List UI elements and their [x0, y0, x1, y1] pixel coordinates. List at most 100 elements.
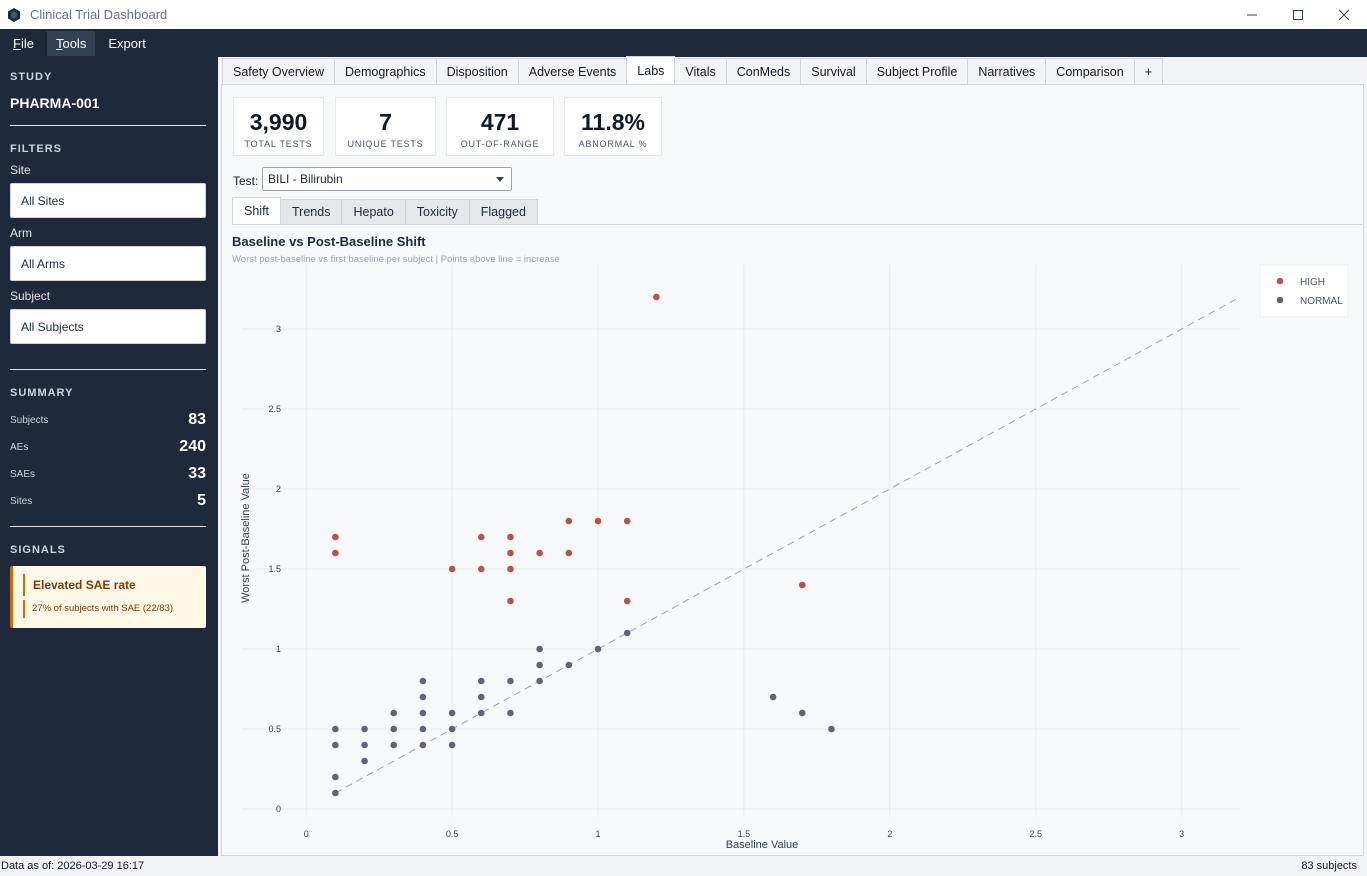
sidebar-divider: [10, 125, 206, 126]
data-point-high: [507, 533, 514, 541]
data-point-normal: [361, 725, 368, 733]
legend-box: [1259, 264, 1349, 318]
summary-value: 5: [197, 492, 206, 509]
data-point-high: [594, 517, 602, 525]
data-point-normal: [332, 789, 339, 797]
data-point-high: [798, 581, 806, 589]
x-tick-label: 0.5: [446, 829, 459, 839]
y-tick-label: 2: [276, 484, 281, 494]
signal-description: 27% of subjects with SAE (22/83): [32, 603, 173, 614]
tab-safety-overview[interactable]: Safety Overview: [222, 58, 336, 84]
close-button[interactable]: [1321, 0, 1367, 29]
legend-marker-normal: [1276, 296, 1284, 304]
labs-content: 3,990 TOTAL TESTS 7 UNIQUE TESTS 471 OUT…: [221, 84, 1364, 856]
x-tick-label: 0: [304, 829, 309, 839]
site-select[interactable]: All Sites: [10, 183, 206, 218]
y-tick-label: 0: [276, 804, 281, 814]
data-point-high: [477, 565, 485, 573]
data-point-normal: [623, 629, 631, 637]
data-point-normal: [448, 709, 456, 717]
x-tick-label: 1: [596, 829, 601, 839]
app-hexagon-icon: [8, 7, 20, 22]
y-tick-label: 1: [276, 644, 281, 654]
menu-export[interactable]: Export: [99, 31, 155, 56]
legend-label-normal: NORMAL: [1300, 296, 1343, 307]
tab-vitals[interactable]: Vitals: [674, 58, 727, 84]
data-point-normal: [536, 645, 543, 653]
minimize-icon: [1247, 14, 1257, 15]
data-point-high: [565, 549, 573, 557]
window-title: Clinical Trial Dashboard: [30, 7, 168, 22]
data-point-normal: [390, 741, 398, 749]
data-point-normal: [507, 709, 514, 717]
maximize-icon: [1293, 9, 1303, 20]
title-bar: Clinical Trial Dashboard: [0, 0, 1367, 29]
tab-survival[interactable]: Survival: [800, 58, 867, 84]
x-tick-label: 3: [1179, 829, 1184, 839]
data-point-high: [536, 549, 543, 557]
data-point-high: [623, 517, 631, 525]
menu-tools[interactable]: Tools: [46, 30, 96, 56]
data-point-normal: [477, 709, 485, 717]
data-point-normal: [565, 661, 573, 669]
y-tick-label: 3: [276, 324, 281, 334]
data-point-normal: [828, 725, 835, 733]
maximize-button[interactable]: [1275, 0, 1321, 29]
minimize-button[interactable]: [1229, 0, 1275, 29]
summary-key: Sites: [10, 495, 33, 507]
data-point-normal: [390, 709, 398, 717]
tab-narratives[interactable]: Narratives: [967, 58, 1047, 84]
status-subject-count: 83 subjects: [1301, 860, 1357, 872]
tab-adverse-events[interactable]: Adverse Events: [517, 58, 628, 84]
tab-demographics[interactable]: Demographics: [334, 58, 437, 84]
study-code: PHARMA-001: [10, 95, 100, 111]
data-point-high: [448, 565, 456, 573]
site-select-value: All Sites: [21, 193, 65, 208]
signals-heading: SIGNALS: [10, 544, 66, 556]
subject-select-value: All Subjects: [21, 319, 84, 334]
data-point-normal: [507, 677, 514, 685]
arm-select-value: All Arms: [21, 256, 66, 271]
menu-bar: File Tools Export: [0, 29, 1367, 57]
plot-background: [242, 265, 1240, 817]
summary-key: Subjects: [10, 414, 49, 426]
signal-card[interactable]: Elevated SAE rate 27% of subjects with S…: [10, 566, 206, 628]
main-tabs: Safety Overview Demographics Disposition…: [222, 56, 1163, 84]
tab-subject-profile[interactable]: Subject Profile: [865, 58, 969, 84]
menu-export-label: Export: [108, 35, 146, 51]
menu-file[interactable]: File: [4, 31, 43, 56]
shift-scatter-plot[interactable]: 0 0.5 1 1.5 2 2.5 3 0 0.5 1 1.5 2 2.5 3 Baseline Value…: [222, 85, 1363, 855]
data-point-normal: [536, 661, 543, 669]
data-point-normal: [477, 677, 485, 685]
sidebar-divider: [10, 526, 206, 527]
close-icon: [1338, 9, 1350, 20]
data-point-normal: [769, 693, 777, 701]
arm-select[interactable]: All Arms: [10, 246, 206, 281]
data-point-high: [507, 549, 514, 557]
x-axis-label: Baseline Value: [726, 839, 799, 851]
tab-disposition[interactable]: Disposition: [435, 58, 519, 84]
summary-row-sites: Sites 5: [10, 492, 206, 510]
add-tab-button[interactable]: +: [1133, 58, 1163, 84]
summary-value: 33: [188, 465, 206, 482]
data-point-high: [653, 293, 660, 301]
tab-conmeds[interactable]: ConMeds: [725, 58, 802, 84]
x-tick-label: 1.5: [738, 829, 751, 839]
data-point-normal: [361, 757, 368, 765]
site-label: Site: [10, 163, 31, 177]
data-point-normal: [419, 741, 427, 749]
tab-labs[interactable]: Labs: [626, 56, 676, 84]
status-data-as-of: Data as of: 2026-03-29 16:17: [1, 860, 145, 872]
subject-select[interactable]: All Subjects: [10, 309, 206, 344]
summary-row-aes: AEs 240: [10, 438, 206, 456]
signal-accent-bar: [23, 574, 25, 596]
tab-comparison[interactable]: Comparison: [1045, 58, 1135, 84]
y-tick-label: 2.5: [268, 404, 281, 414]
data-point-normal: [332, 725, 339, 733]
y-axis-label: Worst Post-Baseline Value: [240, 473, 252, 603]
data-point-high: [332, 533, 339, 541]
data-point-normal: [361, 741, 368, 749]
menu-file-accel: F: [13, 35, 21, 51]
data-point-normal: [419, 709, 427, 717]
data-point-normal: [798, 709, 806, 717]
